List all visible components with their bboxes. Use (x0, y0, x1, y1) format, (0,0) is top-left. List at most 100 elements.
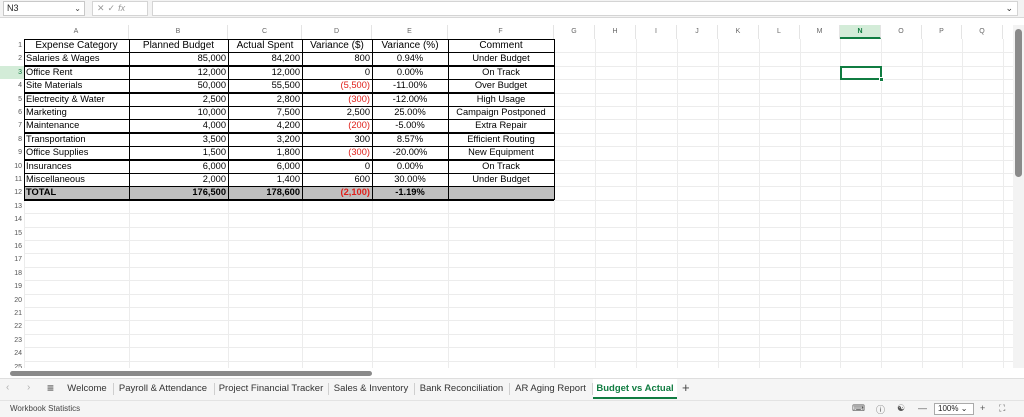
table-cell[interactable]: 6,000 (129, 160, 228, 173)
row-header[interactable]: 5 (0, 93, 24, 106)
zoom-out-icon[interactable]: — (918, 403, 927, 413)
table-cell[interactable]: Extra Repair (448, 119, 554, 132)
table-cell[interactable]: -11.00% (372, 79, 448, 92)
table-cell[interactable]: Miscellaneous (24, 173, 129, 186)
table-cell[interactable]: 12,000 (129, 66, 228, 79)
table-cell[interactable]: 2,500 (302, 106, 372, 119)
workbook-statistics[interactable]: Workbook Statistics (10, 404, 80, 413)
row-header[interactable]: 15 (0, 227, 24, 240)
table-cell[interactable]: 3,200 (228, 133, 302, 146)
table-cell[interactable]: 3,500 (129, 133, 228, 146)
vertical-scrollbar[interactable] (1013, 25, 1024, 368)
table-cell[interactable]: New Equipment (448, 146, 554, 159)
zoom-select[interactable]: 100% ⌄ (934, 403, 974, 415)
function-icon[interactable]: fx (118, 3, 125, 13)
column-title[interactable]: Comment (448, 39, 554, 52)
table-cell[interactable]: 4,200 (228, 119, 302, 132)
table-cell[interactable]: TOTAL (24, 186, 129, 199)
column-header[interactable]: K (718, 25, 759, 39)
add-sheet-icon[interactable]: + (682, 380, 690, 395)
horizontal-scroll-thumb[interactable] (10, 371, 372, 376)
table-cell[interactable]: High Usage (448, 93, 554, 106)
table-cell[interactable]: 0.94% (372, 52, 448, 65)
table-cell[interactable]: Marketing (24, 106, 129, 119)
row-header[interactable]: 11 (0, 173, 24, 186)
table-cell[interactable]: 0.00% (372, 66, 448, 79)
table-cell[interactable]: 2,000 (129, 173, 228, 186)
table-cell[interactable]: 0.00% (372, 160, 448, 173)
formula-input[interactable]: ⌄ (152, 1, 1018, 16)
table-cell[interactable]: 50,000 (129, 79, 228, 92)
confirm-icon[interactable]: ✓ (108, 3, 119, 13)
cancel-icon[interactable]: ✕ (97, 3, 108, 13)
prev-sheet-icon[interactable]: ‹ (6, 382, 9, 393)
column-header[interactable]: E (372, 25, 448, 39)
accessibility-icon[interactable]: ☯ (897, 403, 905, 414)
sheet-tab[interactable]: Sales & Inventory (329, 379, 413, 399)
table-cell[interactable]: 600 (302, 173, 372, 186)
table-cell[interactable]: Maintenance (24, 119, 129, 132)
help-icon[interactable]: ⓘ (876, 403, 885, 416)
column-title[interactable]: Variance (%) (372, 39, 448, 52)
table-cell[interactable]: 800 (302, 52, 372, 65)
column-header[interactable]: H (595, 25, 636, 39)
row-header[interactable]: 23 (0, 334, 24, 347)
table-cell[interactable]: On Track (448, 66, 554, 79)
row-header[interactable]: 4 (0, 79, 24, 92)
table-cell[interactable]: (2,100) (302, 186, 372, 199)
table-cell[interactable]: -20.00% (372, 146, 448, 159)
table-cell[interactable]: 6,000 (228, 160, 302, 173)
column-title[interactable]: Expense Category (24, 39, 129, 52)
zoom-in-icon[interactable]: + (980, 403, 985, 413)
sheet-tab[interactable]: Budget vs Actual (593, 379, 677, 399)
table-cell[interactable]: Efficient Routing (448, 133, 554, 146)
row-header[interactable]: 17 (0, 253, 24, 266)
table-cell[interactable]: 176,500 (129, 186, 228, 199)
column-title[interactable]: Actual Spent (228, 39, 302, 52)
next-sheet-icon[interactable]: › (27, 382, 30, 393)
sheet-tab[interactable]: AR Aging Report (510, 379, 591, 399)
table-cell[interactable]: Under Budget (448, 173, 554, 186)
table-cell[interactable]: 300 (302, 133, 372, 146)
table-cell[interactable]: 55,500 (228, 79, 302, 92)
column-header[interactable]: B (129, 25, 228, 39)
table-cell[interactable]: 25.00% (372, 106, 448, 119)
row-header[interactable]: 12 (0, 186, 24, 199)
table-cell[interactable]: 10,000 (129, 106, 228, 119)
fullscreen-icon[interactable]: ⛶ (999, 403, 1005, 414)
row-header[interactable]: 24 (0, 347, 24, 360)
spreadsheet-grid[interactable]: 1 2 3 4 5 6 7 8 9 10 11 12 13 14 15 16 17 18 19 20 21 22 23 24 2… (0, 25, 1024, 368)
keyboard-icon[interactable]: ⌨ (852, 403, 865, 414)
table-cell[interactable]: 178,600 (228, 186, 302, 199)
row-header[interactable]: 10 (0, 160, 24, 173)
table-cell[interactable]: 84,200 (228, 52, 302, 65)
fill-handle[interactable] (879, 77, 884, 83)
table-cell[interactable]: Campaign Postponed (448, 106, 554, 119)
all-sheets-menu-icon[interactable]: ≡ (47, 381, 54, 395)
column-header[interactable]: M (800, 25, 840, 39)
column-header[interactable]: C (228, 25, 302, 39)
table-cell[interactable]: 0 (302, 66, 372, 79)
table-cell[interactable]: Under Budget (448, 52, 554, 65)
row-header[interactable]: 1 (0, 39, 24, 52)
vertical-scroll-thumb[interactable] (1015, 29, 1022, 177)
row-header[interactable]: 16 (0, 240, 24, 253)
column-header[interactable]: A (24, 25, 129, 39)
table-cell[interactable]: 4,000 (129, 119, 228, 132)
column-title[interactable]: Variance ($) (302, 39, 372, 52)
table-cell[interactable]: Insurances (24, 160, 129, 173)
sheet-tab[interactable]: Bank Reconciliation (415, 379, 508, 399)
table-cell[interactable]: Site Materials (24, 79, 129, 92)
row-header[interactable]: 3 (0, 65, 24, 80)
column-header[interactable]: Q (962, 25, 1003, 39)
table-cell[interactable]: Office Rent (24, 66, 129, 79)
table-cell[interactable]: 85,000 (129, 52, 228, 65)
table-cell[interactable]: (300) (302, 146, 372, 159)
table-cell[interactable]: (200) (302, 119, 372, 132)
column-header[interactable]: N (840, 25, 881, 39)
row-header[interactable]: 25 (0, 361, 24, 368)
row-header[interactable]: 14 (0, 213, 24, 226)
name-box[interactable]: N3 ⌄ (3, 1, 85, 16)
row-header[interactable]: 8 (0, 133, 24, 146)
table-cell[interactable]: 2,500 (129, 93, 228, 106)
